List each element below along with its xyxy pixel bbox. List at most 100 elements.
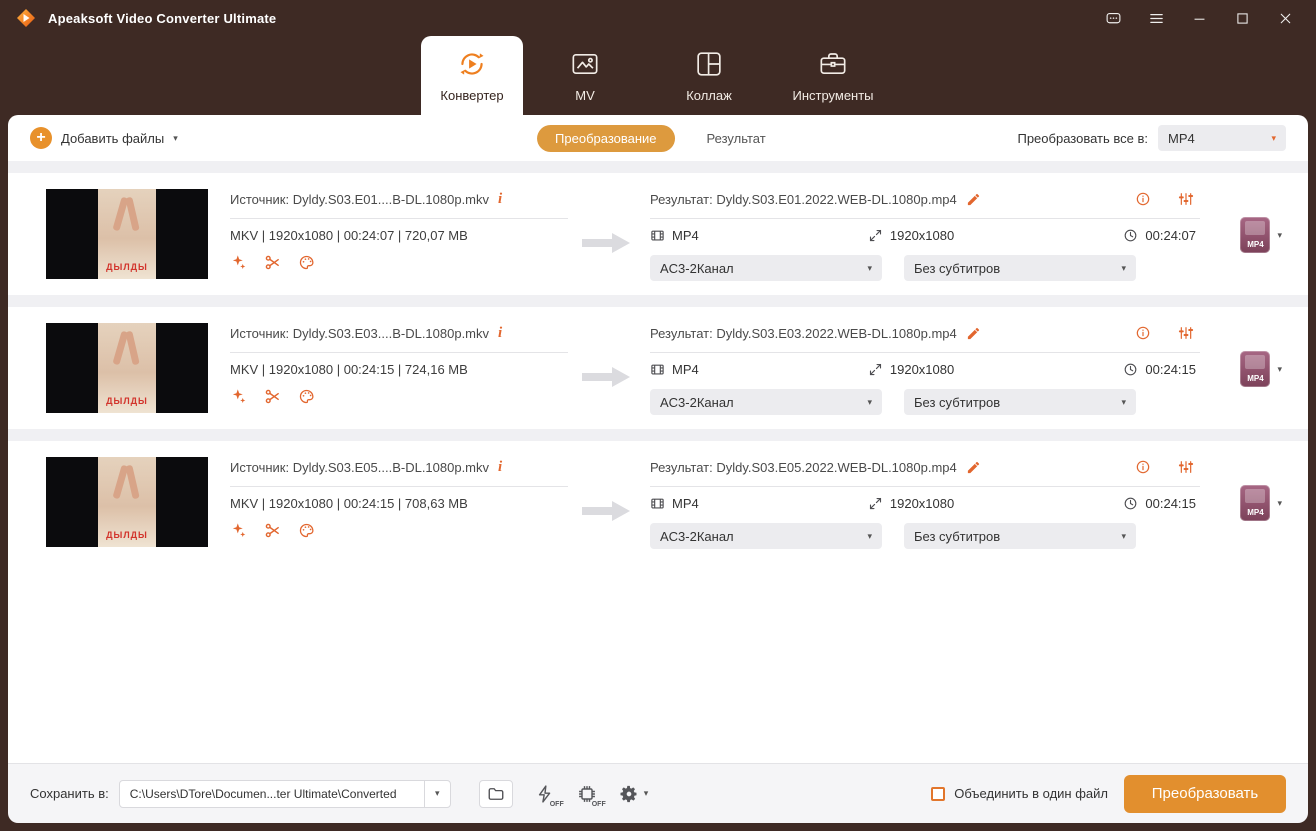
cut-scissors-icon[interactable] (264, 388, 281, 405)
source-info-icon[interactable]: i (498, 325, 502, 342)
cut-scissors-icon[interactable] (264, 522, 281, 539)
result-meta: MP4 1920x1080 00:24:07 (650, 228, 1200, 243)
row-separator (8, 161, 1308, 173)
result-column: Результат: Dyldy.S03.E03.2022.WEB-DL.108… (650, 323, 1200, 415)
settings-equalizer-icon[interactable] (1178, 191, 1194, 207)
audio-track-select[interactable]: AC3-2Канал ▾ (650, 255, 882, 281)
app-logo-icon (14, 6, 38, 30)
cut-scissors-icon[interactable] (264, 254, 281, 271)
source-info-icon[interactable]: i (498, 459, 502, 476)
view-convert-tab[interactable]: Преобразование (537, 124, 675, 152)
output-format-badge-select[interactable]: MP4 ▾ (1212, 485, 1282, 521)
output-duration-chip: 00:24:15 (1123, 362, 1196, 377)
source-filename: Источник: Dyldy.S03.E05....B-DL.1080p.mk… (230, 459, 490, 475)
video-thumbnail[interactable]: ДЫЛДЫ (46, 323, 208, 413)
settings-equalizer-icon[interactable] (1178, 325, 1194, 341)
chevron-down-icon: ▾ (1271, 132, 1276, 143)
gpu-acceleration-off-button[interactable]: OFF (577, 784, 606, 808)
merge-into-one-file-toggle[interactable]: Объединить в один файл (931, 786, 1108, 801)
rename-pencil-icon[interactable] (966, 326, 981, 341)
save-to-label: Сохранить в: (30, 786, 109, 801)
source-meta: MKV | 1920x1080 | 00:24:07 | 720,07 MB (230, 228, 468, 243)
info-circle-icon[interactable] (1135, 325, 1151, 341)
close-button[interactable] (1277, 10, 1294, 27)
edit-palette-icon[interactable] (298, 522, 315, 539)
chevron-down-icon: ▾ (867, 262, 872, 273)
convert-all-value: MP4 (1168, 130, 1195, 146)
high-speed-off-button[interactable]: OFF (535, 784, 564, 808)
video-thumbnail[interactable]: ДЫЛДЫ (46, 189, 208, 279)
off-label: OFF (549, 800, 564, 808)
video-thumbnail[interactable]: ДЫЛДЫ (46, 457, 208, 547)
menu-icon[interactable] (1148, 10, 1165, 27)
settings-gear-button[interactable]: ▾ (619, 784, 649, 804)
edit-palette-icon[interactable] (298, 388, 315, 405)
tab-converter-label: Конвертер (440, 88, 504, 103)
tab-converter[interactable]: Конвертер (421, 36, 523, 115)
merge-checkbox[interactable] (931, 786, 946, 801)
tab-collage[interactable]: Коллаж (647, 36, 771, 115)
poster-title: ДЫЛДЫ (106, 396, 148, 406)
format-badge-icon: MP4 (1240, 485, 1271, 521)
effects-icon[interactable] (230, 522, 247, 539)
tab-tools-label: Инструменты (792, 88, 874, 103)
audio-track-select[interactable]: AC3-2Канал ▾ (650, 523, 882, 549)
output-format-badge-select[interactable]: MP4 ▾ (1212, 217, 1282, 253)
edit-palette-icon[interactable] (298, 254, 315, 271)
main-tabbar: Конвертер MV Коллаж Инструменты (0, 36, 1316, 115)
source-info-icon[interactable]: i (498, 191, 502, 208)
chevron-down-icon: ▾ (1277, 363, 1282, 374)
view-result-tab[interactable]: Результат (703, 125, 770, 152)
output-duration-chip: 00:24:07 (1123, 228, 1196, 243)
format-badge-icon: MP4 (1240, 351, 1271, 387)
row-separator (8, 429, 1308, 441)
poster-title: ДЫЛДЫ (106, 262, 148, 272)
off-label: OFF (591, 800, 606, 808)
tab-tools[interactable]: Инструменты (771, 36, 895, 115)
output-resolution-chip: 1920x1080 (868, 496, 954, 511)
file-row: ДЫЛДЫ Источник: Dyldy.S03.E01....B-DL.10… (8, 173, 1308, 295)
effects-icon[interactable] (230, 254, 247, 271)
output-path-select[interactable]: C:\Users\DTore\Documen...ter Ultimate\Co… (118, 779, 451, 808)
source-column: Источник: Dyldy.S03.E01....B-DL.1080p.mk… (230, 189, 568, 271)
chevron-down-icon: ▾ (1277, 497, 1282, 508)
file-row: ДЫЛДЫ Источник: Dyldy.S03.E05....B-DL.10… (8, 441, 1308, 563)
arrow-right-icon (580, 231, 632, 255)
chevron-down-icon: ▾ (867, 396, 872, 407)
poster-title: ДЫЛДЫ (106, 530, 148, 540)
tab-mv[interactable]: MV (523, 36, 647, 115)
arrow-right-icon (580, 499, 632, 523)
info-circle-icon[interactable] (1135, 191, 1151, 207)
output-resolution-chip: 1920x1080 (868, 228, 954, 243)
rename-pencil-icon[interactable] (966, 192, 981, 207)
subtitle-select[interactable]: Без субтитров ▾ (904, 523, 1136, 549)
convert-button[interactable]: Преобразовать (1124, 774, 1286, 813)
titlebar: Apeaksoft Video Converter Ultimate (0, 0, 1316, 36)
settings-equalizer-icon[interactable] (1178, 459, 1194, 475)
feedback-icon[interactable] (1105, 10, 1122, 27)
rename-pencil-icon[interactable] (966, 460, 981, 475)
chevron-down-icon: ▾ (423, 780, 450, 807)
info-circle-icon[interactable] (1135, 459, 1151, 475)
convert-all-select[interactable]: MP4 ▾ (1158, 125, 1286, 151)
result-filename: Результат: Dyldy.S03.E03.2022.WEB-DL.108… (650, 325, 957, 341)
maximize-button[interactable] (1234, 10, 1251, 27)
minimize-button[interactable] (1191, 10, 1208, 27)
tab-mv-label: MV (575, 88, 595, 103)
open-folder-button[interactable] (478, 779, 513, 808)
result-column: Результат: Dyldy.S03.E01.2022.WEB-DL.108… (650, 189, 1200, 281)
view-toggle: Преобразование Результат (537, 124, 770, 152)
tab-collage-label: Коллаж (686, 88, 732, 103)
poster-image: ДЫЛДЫ (98, 323, 156, 413)
chevron-down-icon: ▾ (643, 788, 649, 798)
source-meta: MKV | 1920x1080 | 00:24:15 | 708,63 MB (230, 496, 468, 511)
merge-label: Объединить в один файл (954, 786, 1108, 801)
audio-track-select[interactable]: AC3-2Канал ▾ (650, 389, 882, 415)
list-toolbar: + Добавить файлы ▾ Преобразование Резуль… (8, 115, 1308, 161)
chevron-down-icon: ▾ (1121, 262, 1126, 273)
subtitle-select[interactable]: Без субтитров ▾ (904, 255, 1136, 281)
add-files-button[interactable]: + Добавить файлы ▾ (30, 127, 178, 149)
effects-icon[interactable] (230, 388, 247, 405)
output-format-badge-select[interactable]: MP4 ▾ (1212, 351, 1282, 387)
subtitle-select[interactable]: Без субтитров ▾ (904, 389, 1136, 415)
